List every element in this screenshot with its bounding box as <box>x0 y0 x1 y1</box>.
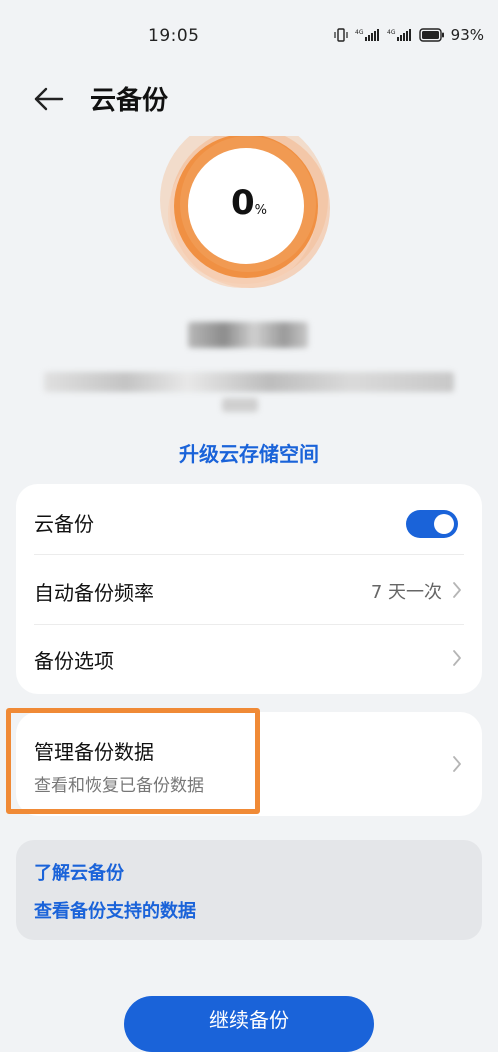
backup-options-row[interactable]: 备份选项 <box>16 624 482 692</box>
storage-info-blurred <box>44 372 454 392</box>
cloud-backup-label: 云备份 <box>34 512 94 536</box>
status-time: 19:05 <box>148 26 200 46</box>
info-card: 了解云备份 查看备份支持的数据 <box>16 840 482 940</box>
signal-4g-icon: 4G <box>387 27 413 43</box>
manage-backup-card[interactable]: 管理备份数据 查看和恢复已备份数据 <box>16 712 482 816</box>
battery-percent: 93% <box>450 26 484 44</box>
back-button[interactable] <box>32 84 66 114</box>
auto-frequency-label: 自动备份频率 <box>34 581 154 605</box>
battery-icon <box>418 28 445 42</box>
chevron-right-icon <box>452 755 462 773</box>
toggle-knob <box>434 514 454 534</box>
back-arrow-icon <box>32 87 66 118</box>
settings-card: 云备份 自动备份频率 7 天一次 备份选项 <box>16 484 482 694</box>
supported-data-link[interactable]: 查看备份支持的数据 <box>34 897 196 923</box>
vibrate-icon <box>333 27 349 43</box>
status-icons: 4G 4G 93% <box>333 26 484 44</box>
status-bar: 19:05 4G 4G 93% <box>0 0 498 72</box>
signal-4g-icon: 4G <box>355 27 381 43</box>
cloud-backup-row: 云备份 <box>16 488 482 556</box>
learn-cloud-backup-link[interactable]: 了解云备份 <box>34 859 124 885</box>
progress-value: 0 <box>230 183 255 223</box>
progress-percent: 0% <box>0 183 498 223</box>
auto-frequency-row[interactable]: 自动备份频率 7 天一次 <box>16 556 482 624</box>
chevron-right-icon <box>452 581 462 599</box>
storage-info-blurred-2 <box>222 398 258 412</box>
account-name-blurred <box>188 322 308 348</box>
continue-backup-button[interactable]: 继续备份 <box>124 996 374 1052</box>
progress-unit: % <box>254 203 268 218</box>
page-title: 云备份 <box>90 86 169 116</box>
backup-options-label: 备份选项 <box>34 649 114 673</box>
chevron-right-icon <box>452 649 462 667</box>
svg-text:4G: 4G <box>387 29 396 36</box>
auto-frequency-value: 7 天一次 <box>370 582 442 603</box>
svg-text:4G: 4G <box>355 29 364 36</box>
divider <box>34 554 464 555</box>
manage-backup-subtitle: 查看和恢复已备份数据 <box>34 776 204 796</box>
upgrade-storage-link[interactable]: 升级云存储空间 <box>0 438 498 467</box>
cloud-backup-toggle[interactable] <box>406 510 458 538</box>
manage-backup-title: 管理备份数据 <box>34 740 154 764</box>
